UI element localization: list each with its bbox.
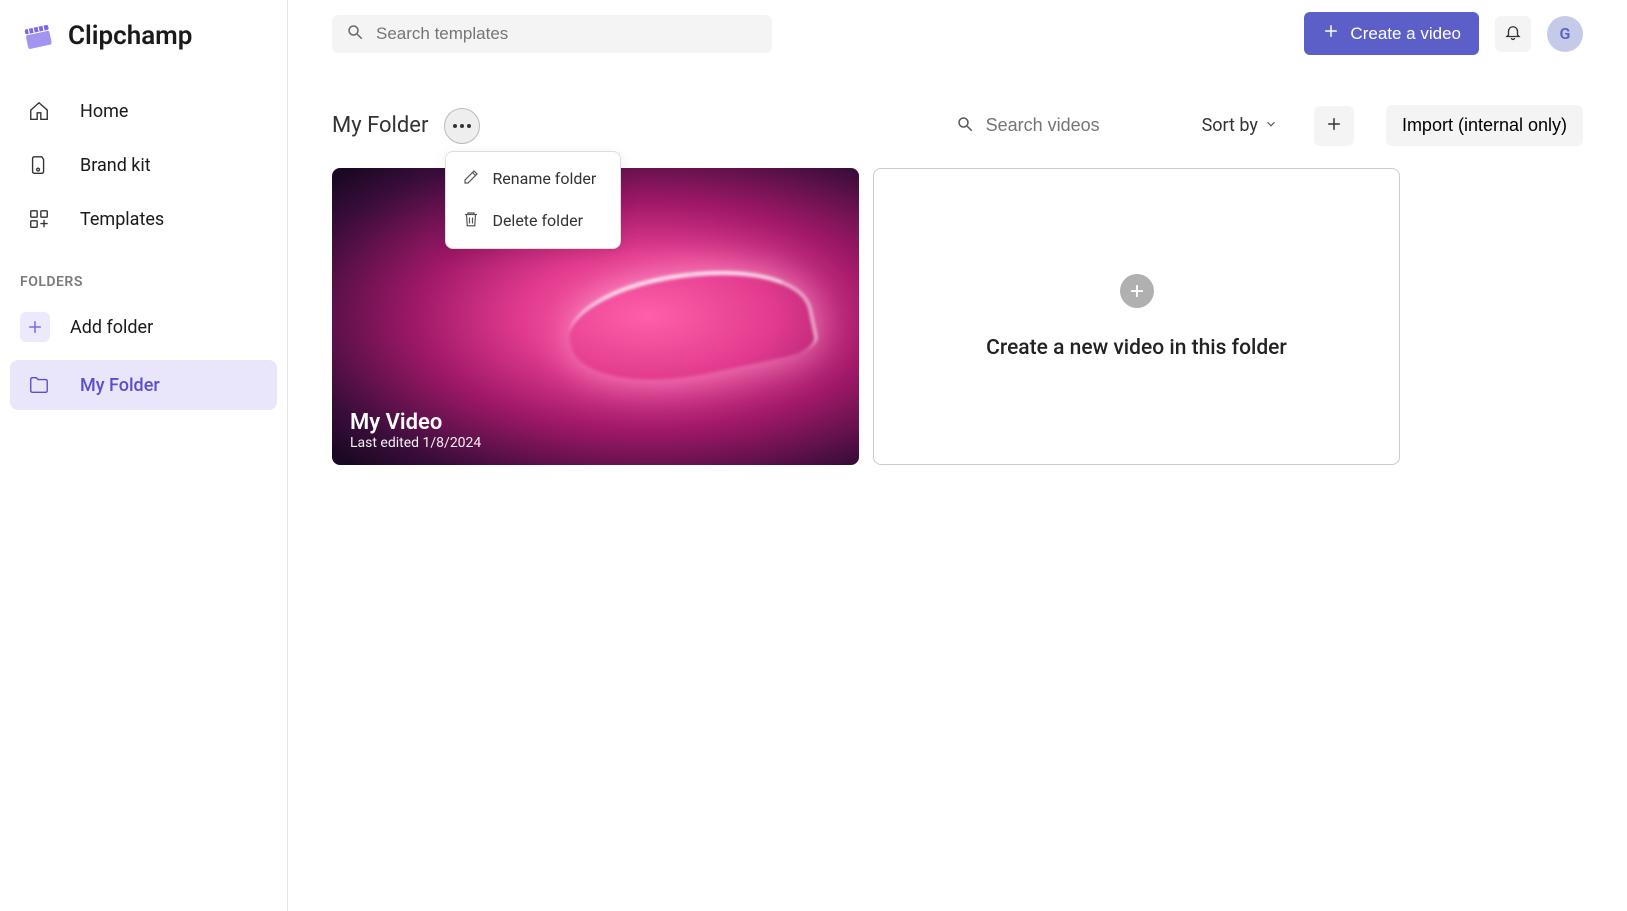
- sidebar: Clipchamp Home Brand kit Templates FOLDE…: [0, 0, 288, 911]
- topbar: Create a video G: [288, 0, 1627, 67]
- search-templates-field[interactable]: [376, 24, 758, 44]
- create-new-video-card[interactable]: Create a new video in this folder: [873, 168, 1400, 465]
- plus-icon: [1325, 115, 1343, 137]
- main-content: Create a video G My Folder: [288, 0, 1627, 911]
- plus-icon: [1322, 22, 1340, 45]
- folder-label: My Folder: [80, 375, 160, 396]
- add-folder-button[interactable]: Add folder: [10, 300, 277, 354]
- bell-icon: [1504, 23, 1522, 45]
- nav-label: Home: [80, 101, 128, 122]
- import-button[interactable]: Import (internal only): [1386, 105, 1583, 146]
- search-videos-input[interactable]: [956, 115, 1166, 137]
- video-title: My Video: [350, 410, 481, 435]
- plus-circle-icon: [1120, 274, 1154, 308]
- sidebar-folder-my-folder[interactable]: My Folder: [10, 360, 277, 410]
- pencil-icon: [462, 168, 480, 190]
- search-icon: [956, 115, 974, 137]
- video-card-info: My Video Last edited 1/8/2024: [350, 410, 481, 451]
- more-icon: [453, 124, 471, 128]
- create-video-label: Create a video: [1350, 24, 1461, 44]
- sidebar-item-home[interactable]: Home: [10, 84, 277, 138]
- search-icon: [346, 23, 364, 45]
- nav-label: Brand kit: [80, 155, 151, 176]
- nav-label: Templates: [80, 209, 164, 230]
- folder-header: My Folder Rename folder Delete fold: [288, 67, 1627, 168]
- add-folder-label: Add folder: [70, 317, 153, 338]
- brand-name: Clipchamp: [68, 21, 192, 51]
- sort-by-dropdown[interactable]: Sort by: [1202, 115, 1278, 136]
- create-new-video-label: Create a new video in this folder: [986, 336, 1287, 360]
- sidebar-item-templates[interactable]: Templates: [10, 192, 277, 246]
- create-video-button[interactable]: Create a video: [1304, 12, 1479, 55]
- add-button[interactable]: [1314, 106, 1354, 146]
- sidebar-item-brand-kit[interactable]: Brand kit: [10, 138, 277, 192]
- rename-folder-menu-item[interactable]: Rename folder: [446, 158, 620, 200]
- plus-icon: [20, 312, 50, 342]
- search-templates-input[interactable]: [332, 15, 772, 53]
- templates-icon: [28, 208, 50, 230]
- avatar-initial: G: [1560, 24, 1571, 43]
- notifications-button[interactable]: [1495, 16, 1531, 52]
- trash-icon: [462, 210, 480, 232]
- folder-actions-dropdown: Rename folder Delete folder: [445, 151, 621, 249]
- folders-section-label: FOLDERS: [10, 246, 277, 300]
- delete-folder-menu-item[interactable]: Delete folder: [446, 200, 620, 242]
- folder-title: My Folder: [332, 113, 428, 138]
- home-icon: [28, 100, 50, 122]
- video-subtitle: Last edited 1/8/2024: [350, 435, 481, 451]
- sort-by-label: Sort by: [1202, 115, 1258, 136]
- menu-item-label: Rename folder: [492, 169, 596, 188]
- search-videos-field[interactable]: [986, 115, 1166, 136]
- clipchamp-logo-icon: [20, 18, 56, 54]
- brand-logo[interactable]: Clipchamp: [10, 18, 277, 84]
- brand-kit-icon: [28, 154, 50, 176]
- user-avatar[interactable]: G: [1547, 16, 1583, 52]
- chevron-down-icon: [1264, 115, 1278, 136]
- folder-icon: [28, 374, 50, 396]
- folder-more-button[interactable]: Rename folder Delete folder: [444, 108, 480, 144]
- menu-item-label: Delete folder: [492, 211, 583, 230]
